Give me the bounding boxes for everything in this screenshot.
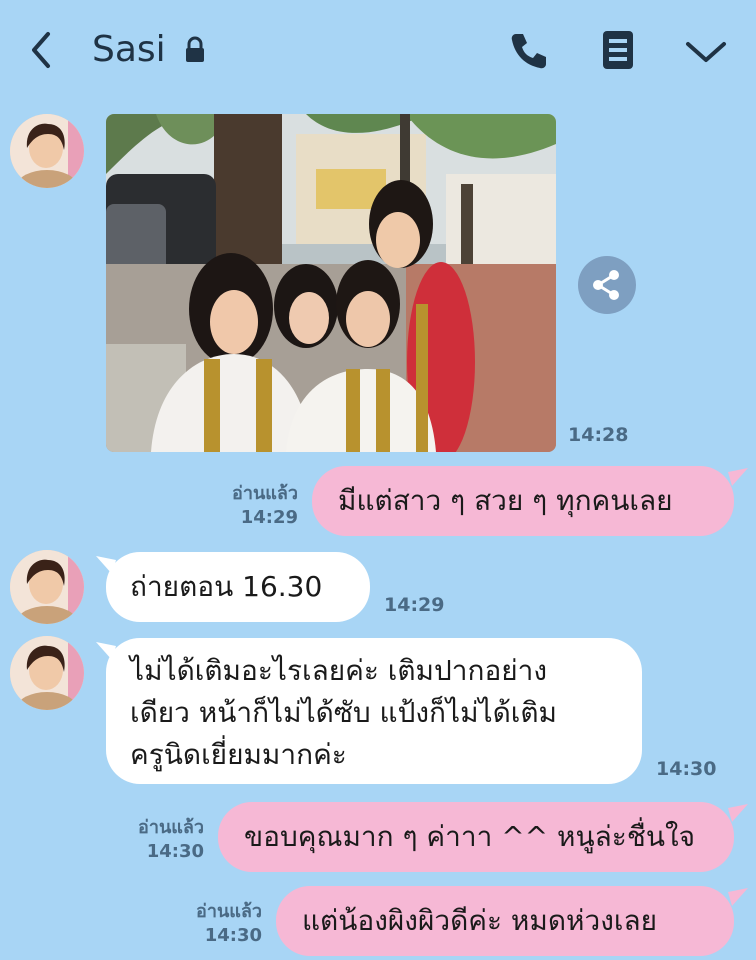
lock-icon xyxy=(186,36,204,62)
incoming-message-bubble[interactable]: ไม่ได้เติมอะไรเลยค่ะ เติมปากอย่าง เดียว … xyxy=(106,638,642,784)
incoming-message-bubble[interactable]: ถ่ายตอน 16.30 xyxy=(106,552,370,622)
message-text-line: ไม่ได้เติมอะไรเลยค่ะ เติมปากอย่าง xyxy=(130,654,548,687)
message-time: 14:29 xyxy=(384,594,445,616)
phone-icon[interactable] xyxy=(508,30,550,72)
outgoing-message-bubble[interactable]: มีแต่สาว ๆ สวย ๆ ทุกคนเลย xyxy=(312,466,734,536)
message-text-line: ครูนิดเยี่ยมมากค่ะ xyxy=(130,738,347,771)
contact-name[interactable]: Sasi xyxy=(92,28,166,72)
read-label: อ่านแล้ว xyxy=(138,817,204,838)
read-label: อ่านแล้ว xyxy=(196,901,262,922)
avatar[interactable] xyxy=(10,550,84,624)
notes-icon[interactable] xyxy=(601,29,635,71)
message-text: มีแต่สาว ๆ สวย ๆ ทุกคนเลย xyxy=(338,484,673,517)
read-receipt: อ่านแล้ว 14:30 xyxy=(120,816,204,864)
message-text: แต่น้องผิงผิวดีค่ะ หมดห่วงเลย xyxy=(302,904,658,937)
share-icon xyxy=(593,270,619,300)
chevron-down-icon[interactable] xyxy=(684,38,728,66)
avatar[interactable] xyxy=(10,636,84,710)
message-time: 14:28 xyxy=(568,424,629,446)
message-time: 14:29 xyxy=(240,507,298,528)
avatar[interactable] xyxy=(10,114,84,188)
read-receipt: อ่านแล้ว 14:30 xyxy=(178,900,262,948)
share-button[interactable] xyxy=(578,256,636,314)
message-text: ขอบคุณมาก ๆ ค่าาา ^^ หนูล่ะชื่นใจ xyxy=(244,820,696,853)
outgoing-message-bubble[interactable]: ขอบคุณมาก ๆ ค่าาา ^^ หนูล่ะชื่นใจ xyxy=(218,802,734,872)
bubble-tail xyxy=(728,888,748,906)
shared-photo[interactable] xyxy=(106,114,556,452)
message-time: 14:30 xyxy=(146,841,204,862)
message-time: 14:30 xyxy=(204,925,262,946)
outgoing-message-bubble[interactable]: แต่น้องผิงผิวดีค่ะ หมดห่วงเลย xyxy=(276,886,734,956)
bubble-tail xyxy=(728,468,748,486)
bubble-tail xyxy=(728,804,748,822)
message-time: 14:30 xyxy=(656,758,717,780)
read-label: อ่านแล้ว xyxy=(232,483,298,504)
message-text-line: เดียว หน้าก็ไม่ได้ซับ แป้งก็ไม่ได้เติม xyxy=(130,696,557,729)
back-chevron-icon[interactable] xyxy=(28,30,56,70)
chat-header: Sasi xyxy=(0,0,756,100)
read-receipt: อ่านแล้ว 14:29 xyxy=(214,482,298,530)
message-text: ถ่ายตอน 16.30 xyxy=(130,570,323,603)
